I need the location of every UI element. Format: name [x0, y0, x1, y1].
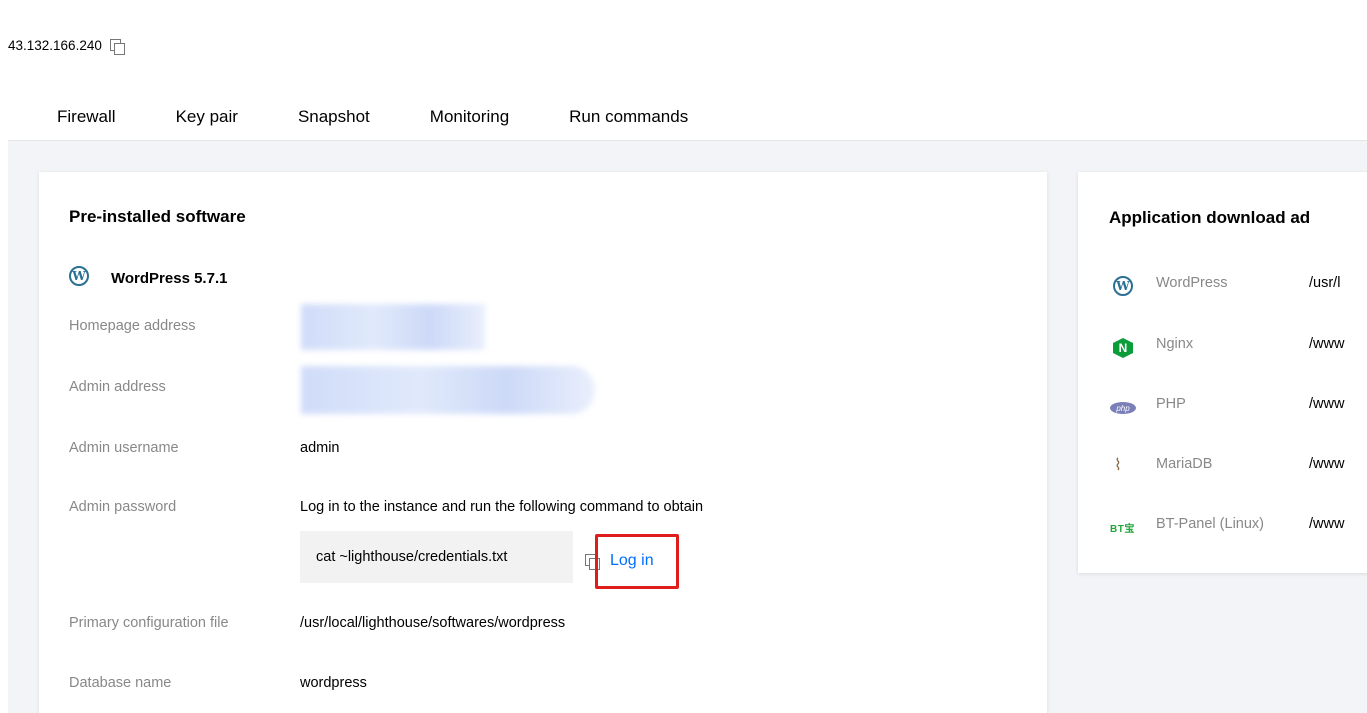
password-hint-text: Log in to the instance and run the follo… [300, 499, 704, 515]
application-download-card: Application download ad W WordPress /usr… [1078, 172, 1367, 573]
side-path-bt-panel: /www [1309, 516, 1345, 532]
side-app-mariadb: MariaDB [1156, 456, 1213, 472]
command-text: cat ~lighthouse/credentials.txt [316, 549, 508, 565]
database-name-label: Database name [69, 675, 172, 691]
database-name-value: wordpress [300, 675, 367, 691]
tab-run-commands[interactable]: Run commands [569, 107, 688, 127]
app-name: WordPress 5.7.1 [111, 270, 228, 287]
admin-username-label: Admin username [69, 440, 179, 456]
tab-firewall[interactable]: Firewall [57, 107, 116, 127]
homepage-address-value-redacted[interactable] [301, 304, 485, 350]
instance-header: 43.132.166.240 Firewall Key pair Snapsho… [8, 8, 1367, 141]
side-app-wordpress: WordPress [1156, 275, 1228, 291]
command-box: cat ~lighthouse/credentials.txt [300, 531, 573, 583]
side-path-mariadb: /www [1309, 456, 1345, 472]
bt-panel-icon: BT宝 [1110, 524, 1135, 535]
side-path-wordpress: /usr/l [1309, 275, 1341, 291]
admin-password-label: Admin password [69, 499, 177, 515]
frame-left-border [0, 0, 8, 713]
homepage-address-label: Homepage address [69, 318, 196, 334]
tab-monitoring[interactable]: Monitoring [430, 107, 509, 127]
side-card-title: Application download ad [1109, 208, 1311, 227]
login-link[interactable]: Log in [610, 552, 654, 570]
admin-address-label: Admin address [69, 379, 166, 395]
instance-tabs: Firewall Key pair Snapshot Monitoring Ru… [57, 107, 748, 127]
wordpress-icon: W [1113, 276, 1133, 296]
card-title: Pre-installed software [69, 207, 246, 226]
side-app-nginx: Nginx [1156, 336, 1194, 352]
admin-address-value-redacted[interactable] [301, 366, 595, 414]
side-path-php: /www [1309, 396, 1345, 412]
config-file-label: Primary configuration file [69, 615, 229, 631]
preinstalled-software-card: Pre-installed software W WordPress 5.7.1… [39, 172, 1047, 713]
tab-snapshot[interactable]: Snapshot [298, 107, 370, 127]
admin-username-value: admin [300, 440, 340, 456]
php-icon: php [1110, 402, 1136, 414]
side-app-bt-panel: BT-Panel (Linux) [1156, 516, 1264, 532]
wordpress-icon: W [69, 266, 89, 286]
config-file-value: /usr/local/lighthouse/softwares/wordpres… [300, 615, 566, 631]
side-app-php: PHP [1156, 396, 1186, 412]
copy-ip-icon[interactable] [109, 38, 125, 55]
frame-top-border [0, 0, 1367, 8]
ip-address-text: 43.132.166.240 [8, 38, 102, 53]
mariadb-icon: ⌇ [1114, 457, 1122, 474]
tab-key-pair[interactable]: Key pair [176, 107, 238, 127]
instance-ip: 43.132.166.240 [8, 38, 125, 55]
side-path-nginx: /www [1309, 336, 1345, 352]
nginx-icon: N [1113, 338, 1133, 358]
